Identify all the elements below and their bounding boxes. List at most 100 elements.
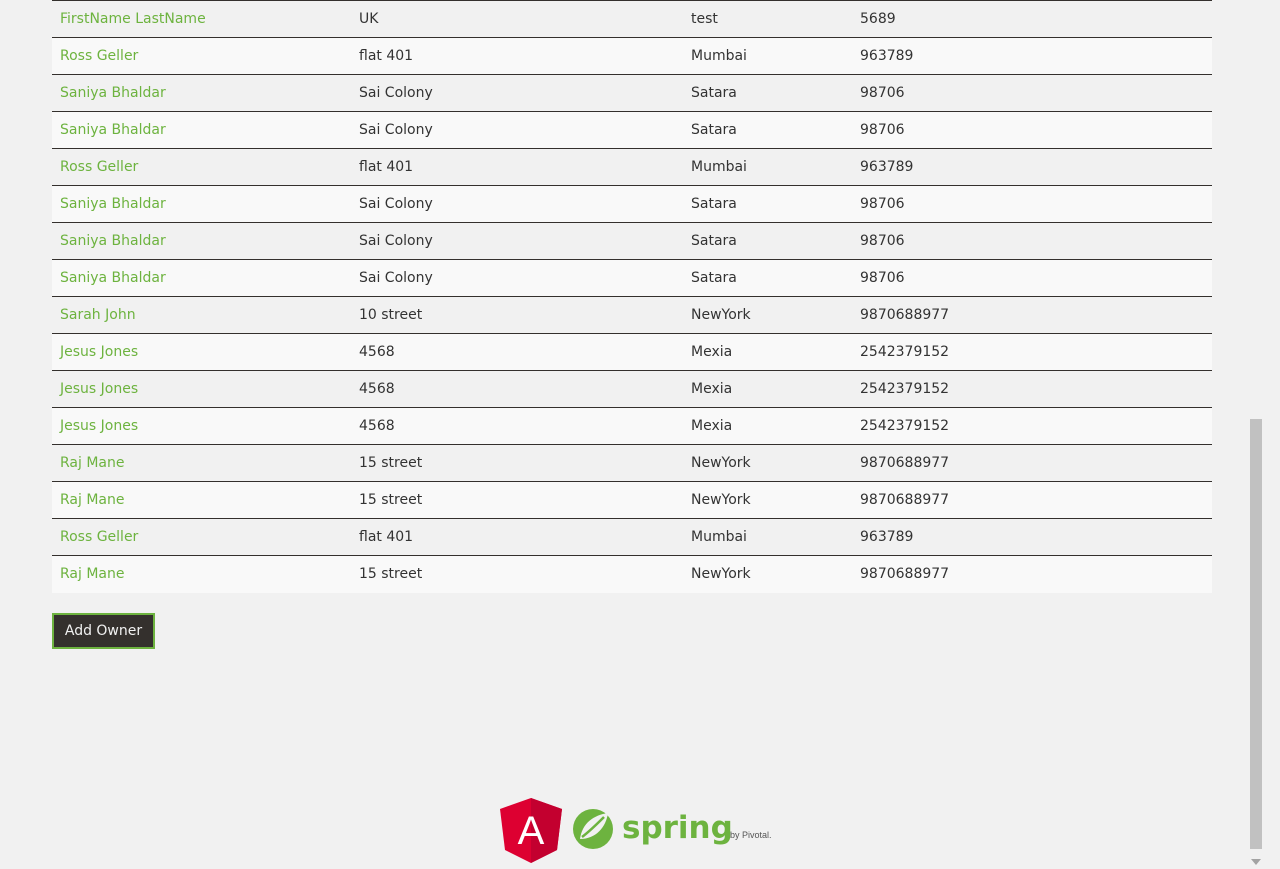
owner-name-cell: Saniya Bhaldar [52,223,351,260]
owner-address-cell: flat 401 [359,529,414,545]
table-row: Jesus Jones 4568 Mexia 2542379152 [52,333,1212,371]
owner-city-cell: Satara [691,122,737,138]
owner-name-link[interactable]: FirstName LastName [60,11,206,27]
owners-table: FirstName LastName UK test 5689 Ross Gel… [52,0,1212,593]
owner-address-cell: 15 street [359,455,423,471]
owner-name-link[interactable]: Raj Mane [60,566,124,582]
owner-address-cell: flat 401 [359,159,414,175]
owner-name-cell: Raj Mane [52,482,351,519]
angular-logo-letter: A [518,809,545,853]
owner-name-cell: Ross Geller [52,519,351,556]
owner-address-cell: Sai Colony [359,85,433,101]
owner-name-cell: Raj Mane [52,556,351,593]
scrollbar-thumb[interactable] [1250,419,1262,849]
table-row: Saniya Bhaldar Sai Colony Satara 98706 [52,111,1212,149]
vertical-scrollbar[interactable] [1248,0,1264,869]
owner-name-link[interactable]: Ross Geller [60,159,138,175]
owner-address-cell: 10 street [359,307,423,323]
owner-city-cell: Satara [691,270,737,286]
owner-name-cell: Sarah John [52,297,351,334]
owner-address-cell: 15 street [359,492,423,508]
owner-city-cell: Satara [691,85,737,101]
owner-name-link[interactable]: Jesus Jones [60,418,138,434]
owner-telephone-cell: 98706 [860,85,905,101]
table-row: Ross Geller flat 401 Mumbai 963789 [52,518,1212,556]
owner-name-cell: Saniya Bhaldar [52,260,351,297]
angular-logo-icon: A [500,798,562,863]
owner-telephone-cell: 9870688977 [860,492,950,508]
owners-table-body: FirstName LastName UK test 5689 Ross Gel… [52,0,1212,593]
table-row: Saniya Bhaldar Sai Colony Satara 98706 [52,185,1212,223]
owners-page: FirstName LastName UK test 5689 Ross Gel… [0,0,1264,869]
owner-telephone-cell: 963789 [860,48,914,64]
footer-logos: A spring by Pivotal. [500,798,772,863]
owner-city-cell: NewYork [691,307,751,323]
owner-name-link[interactable]: Raj Mane [60,492,124,508]
owner-name-cell: Jesus Jones [52,408,351,445]
owner-city-cell: NewYork [691,566,751,583]
owner-address-cell: 15 street [359,566,423,583]
owner-city-cell: test [691,11,718,27]
owner-name-link[interactable]: Saniya Bhaldar [60,122,166,138]
owner-address-cell: UK [359,11,379,27]
owner-address-cell: Sai Colony [359,233,433,249]
owner-telephone-cell: 963789 [860,529,914,545]
table-row: Raj Mane 15 street NewYork 9870688977 [52,555,1212,593]
table-row: Saniya Bhaldar Sai Colony Satara 98706 [52,74,1212,112]
owner-telephone-cell: 9870688977 [860,566,950,583]
owner-name-cell: Raj Mane [52,445,351,482]
owner-name-cell: Jesus Jones [52,334,351,371]
owner-name-link[interactable]: Ross Geller [60,48,138,64]
owner-name-link[interactable]: Raj Mane [60,455,124,471]
owner-address-cell: flat 401 [359,48,414,64]
owner-city-cell: Mexia [691,381,733,397]
owner-name-link[interactable]: Saniya Bhaldar [60,196,166,212]
owner-name-link[interactable]: Jesus Jones [60,381,138,397]
table-row: Ross Geller flat 401 Mumbai 963789 [52,148,1212,186]
table-row: Sarah John 10 street NewYork 9870688977 [52,296,1212,334]
pivotal-text: by Pivotal. [730,830,772,840]
owner-address-cell: Sai Colony [359,270,433,286]
owner-city-cell: Mexia [691,344,733,360]
table-row: Jesus Jones 4568 Mexia 2542379152 [52,407,1212,445]
add-owner-button[interactable]: Add Owner [52,613,155,649]
owner-telephone-cell: 98706 [860,270,905,286]
owner-name-link[interactable]: Sarah John [60,307,136,323]
table-row: Saniya Bhaldar Sai Colony Satara 98706 [52,259,1212,297]
owner-telephone-cell: 98706 [860,122,905,138]
owner-telephone-cell: 9870688977 [860,307,950,323]
owner-address-cell: Sai Colony [359,196,433,212]
owner-name-cell: Saniya Bhaldar [52,75,351,112]
owner-address-cell: Sai Colony [359,122,433,138]
table-row: FirstName LastName UK test 5689 [52,0,1212,38]
owner-name-link[interactable]: Saniya Bhaldar [60,233,166,249]
owner-telephone-cell: 5689 [860,11,896,27]
owner-name-link[interactable]: Jesus Jones [60,344,138,360]
owner-name-link[interactable]: Ross Geller [60,529,138,545]
owner-name-link[interactable]: Saniya Bhaldar [60,270,166,286]
owner-name-link[interactable]: Saniya Bhaldar [60,85,166,101]
owner-city-cell: Satara [691,196,737,212]
owner-city-cell: Mumbai [691,159,747,175]
owner-address-cell: 4568 [359,418,395,434]
owner-telephone-cell: 98706 [860,196,905,212]
owner-telephone-cell: 98706 [860,233,905,249]
owner-city-cell: NewYork [691,492,751,508]
table-row: Raj Mane 15 street NewYork 9870688977 [52,444,1212,482]
table-row: Jesus Jones 4568 Mexia 2542379152 [52,370,1212,408]
owner-name-cell: Ross Geller [52,149,351,186]
owner-telephone-cell: 2542379152 [860,381,950,397]
table-row: Ross Geller flat 401 Mumbai 963789 [52,37,1212,75]
owner-telephone-cell: 9870688977 [860,455,950,471]
owner-name-cell: Jesus Jones [52,371,351,408]
scroll-down-arrow-icon[interactable] [1251,859,1261,865]
table-row: Saniya Bhaldar Sai Colony Satara 98706 [52,222,1212,260]
owner-name-cell: Saniya Bhaldar [52,186,351,223]
owner-city-cell: Mumbai [691,48,747,64]
owner-telephone-cell: 963789 [860,159,914,175]
owner-telephone-cell: 2542379152 [860,344,950,360]
owner-city-cell: Mumbai [691,529,747,545]
owner-city-cell: Mexia [691,418,733,434]
table-row: Raj Mane 15 street NewYork 9870688977 [52,481,1212,519]
owner-name-cell: FirstName LastName [52,1,351,38]
